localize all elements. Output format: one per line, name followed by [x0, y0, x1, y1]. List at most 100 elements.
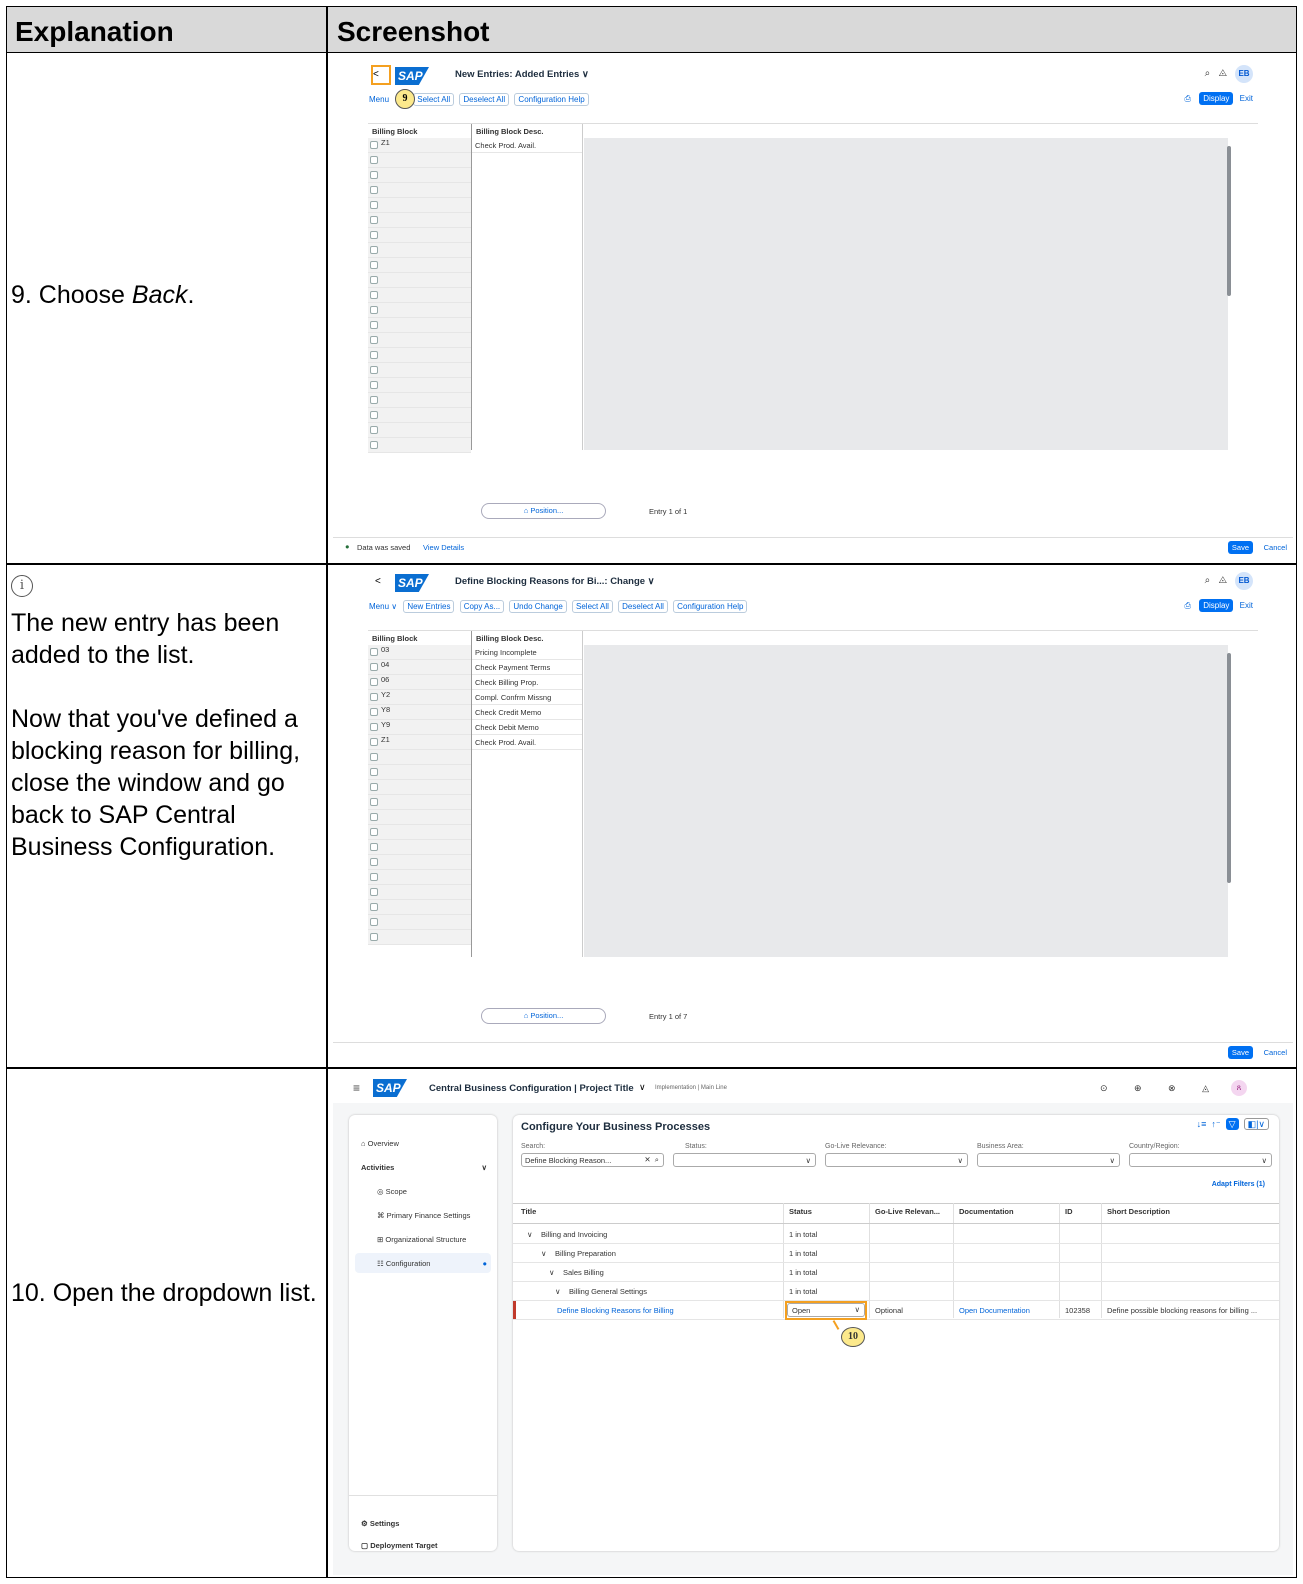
table-cell[interactable]: Check Prod. Avail. — [472, 735, 582, 750]
avatar[interactable]: EB — [1235, 572, 1253, 590]
table-row[interactable] — [368, 423, 471, 438]
golive-filter-select[interactable]: ∨ — [825, 1153, 968, 1167]
expand-icon[interactable]: ∨ — [527, 1230, 533, 1239]
table-row[interactable] — [368, 288, 471, 303]
user-avatar[interactable]: ጸ — [1231, 1080, 1247, 1096]
select-all-button[interactable]: Select All — [413, 93, 455, 106]
new-entries-button[interactable]: New Entries — [403, 600, 455, 613]
col-golive[interactable]: Go-Live Relevan... — [875, 1207, 940, 1216]
expand-icon[interactable]: ∨ — [555, 1287, 561, 1296]
search-icon[interactable]: ⌕ ◬ — [1205, 575, 1227, 586]
table-row[interactable] — [368, 765, 471, 780]
row-checkbox[interactable] — [370, 171, 378, 179]
table-cell[interactable]: Compl. Confrm Missng — [472, 690, 582, 705]
deselect-all-button[interactable]: Deselect All — [459, 93, 510, 106]
tree-row[interactable]: ∨ Billing Preparation 1 in total — [513, 1244, 1279, 1263]
table-row[interactable] — [368, 915, 471, 930]
save-button[interactable]: Save — [1227, 541, 1253, 554]
status-filter-select[interactable]: ∨ — [673, 1153, 816, 1167]
tree-row[interactable]: ∨ Billing and Invoicing 1 in total — [513, 1225, 1279, 1244]
sort-asc-icon[interactable]: ↑⁻ — [1211, 1119, 1220, 1129]
bell-icon[interactable]: ◬ — [1219, 575, 1227, 586]
title-chevron-icon[interactable]: ∨ — [639, 1082, 646, 1093]
table-row[interactable] — [368, 243, 471, 258]
row-checkbox[interactable] — [370, 798, 378, 806]
menu-button[interactable]: Menu — [369, 95, 389, 104]
table-row[interactable] — [368, 153, 471, 168]
table-row[interactable] — [368, 348, 471, 363]
table-row[interactable] — [368, 213, 471, 228]
print-icon[interactable]: ⎙ — [1185, 601, 1191, 610]
table-row[interactable] — [368, 825, 471, 840]
table-row[interactable] — [368, 393, 471, 408]
table-row[interactable] — [368, 363, 471, 378]
table-row[interactable] — [368, 885, 471, 900]
row-checkbox[interactable] — [370, 873, 378, 881]
menu-button[interactable]: Menu ∨ — [369, 602, 397, 611]
nav-configuration[interactable]: ☷ Configuration ● — [377, 1259, 487, 1268]
bell-icon[interactable]: ◬ — [1219, 68, 1227, 79]
country-filter-select[interactable]: ∨ — [1129, 1153, 1272, 1167]
activity-title-link[interactable]: Define Blocking Reasons for Billing — [557, 1306, 674, 1315]
avatar[interactable]: EB — [1235, 65, 1253, 83]
expand-icon[interactable]: ∨ — [541, 1249, 547, 1258]
save-button[interactable]: Save — [1227, 1046, 1253, 1059]
row-checkbox[interactable] — [370, 351, 378, 359]
table-row[interactable]: 06 — [368, 675, 471, 690]
cancel-button[interactable]: Cancel — [1264, 1048, 1287, 1057]
row-checkbox[interactable] — [370, 231, 378, 239]
table-row[interactable] — [368, 840, 471, 855]
app-title[interactable]: New Entries: Added Entries ∨ — [455, 69, 589, 80]
app-title[interactable]: Central Business Configuration | Project… — [429, 1083, 634, 1094]
row-checkbox[interactable] — [370, 426, 378, 434]
exit-button[interactable]: Exit — [1240, 94, 1253, 103]
area-filter-select[interactable]: ∨ — [977, 1153, 1120, 1167]
row-checkbox[interactable] — [370, 396, 378, 404]
table-row[interactable] — [368, 750, 471, 765]
nav-finance[interactable]: ⌘ Primary Finance Settings — [377, 1211, 470, 1220]
table-row[interactable] — [368, 183, 471, 198]
row-checkbox[interactable] — [370, 441, 378, 449]
adapt-filters-link[interactable]: Adapt Filters (1) — [1212, 1181, 1265, 1188]
search-icon[interactable]: ⌕ ◬ — [1205, 68, 1227, 79]
row-checkbox[interactable] — [370, 201, 378, 209]
row-checkbox[interactable] — [370, 933, 378, 941]
nav-overview[interactable]: ⌂ Overview — [361, 1139, 399, 1148]
table-cell[interactable]: Check Billing Prop. — [472, 675, 582, 690]
row-checkbox[interactable] — [370, 381, 378, 389]
row-checkbox[interactable] — [370, 828, 378, 836]
app-title[interactable]: Define Blocking Reasons for Bi...: Chang… — [455, 576, 655, 587]
hamburger-icon[interactable]: ≡ — [353, 1081, 360, 1095]
exit-button[interactable]: Exit — [1240, 601, 1253, 610]
display-button[interactable]: Display — [1199, 599, 1234, 612]
position-button[interactable]: ⌂ Position... — [481, 503, 606, 519]
table-cell[interactable]: Check Prod. Avail. — [472, 138, 582, 153]
undo-change-button[interactable]: Undo Change — [509, 600, 567, 613]
scrollbar[interactable] — [1227, 653, 1231, 883]
nav-org-structure[interactable]: ⊞ Organizational Structure — [377, 1235, 466, 1244]
row-checkbox[interactable] — [370, 858, 378, 866]
nav-deployment[interactable]: ▢ Deployment Target — [361, 1541, 438, 1550]
table-row[interactable] — [368, 855, 471, 870]
open-doc-link[interactable]: Open Documentation — [959, 1306, 1030, 1315]
table-row[interactable] — [368, 870, 471, 885]
table-cell[interactable]: Check Debit Memo — [472, 720, 582, 735]
row-checkbox[interactable] — [370, 276, 378, 284]
row-checkbox[interactable] — [370, 768, 378, 776]
deselect-all-button[interactable]: Deselect All — [618, 600, 668, 613]
table-row[interactable]: Z1 — [368, 138, 471, 153]
table-row[interactable]: Z1 — [368, 735, 471, 750]
row-checkbox[interactable] — [370, 918, 378, 926]
table-row[interactable] — [368, 258, 471, 273]
search-input[interactable]: Define Blocking Reason... ✕ ⌕ — [521, 1153, 664, 1167]
table-row[interactable]: Y2 — [368, 690, 471, 705]
table-row[interactable] — [368, 930, 471, 945]
col-short-desc[interactable]: Short Description — [1107, 1207, 1170, 1216]
filter-icon[interactable]: ▽ — [1225, 1118, 1239, 1130]
row-checkbox[interactable] — [370, 843, 378, 851]
table-cell[interactable]: Check Payment Terms — [472, 660, 582, 675]
row-checkbox[interactable] — [370, 261, 378, 269]
table-row[interactable] — [368, 198, 471, 213]
table-row[interactable]: 04 — [368, 660, 471, 675]
tree-row[interactable]: ∨ Billing General Settings 1 in total — [513, 1282, 1279, 1301]
